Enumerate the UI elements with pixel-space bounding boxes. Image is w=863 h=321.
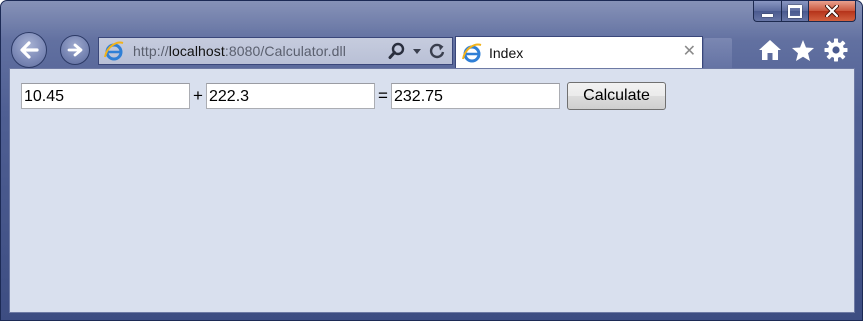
- tab-index[interactable]: Index ✕: [455, 36, 703, 68]
- favorites-button[interactable]: [791, 38, 815, 62]
- equals-sign: =: [378, 86, 388, 105]
- operand1-input[interactable]: [21, 83, 190, 109]
- forward-button[interactable]: [60, 35, 90, 65]
- url-path: :8080/Calculator.dll: [224, 43, 346, 59]
- home-icon: [759, 40, 781, 60]
- ie-page-icon: [101, 38, 127, 64]
- address-bar[interactable]: http://localhost:8080/Calculator.dll: [98, 37, 453, 65]
- arrow-left-icon: [20, 41, 39, 59]
- search-icon[interactable]: [388, 42, 406, 60]
- url-host: localhost: [168, 43, 225, 59]
- maximize-button[interactable]: [781, 1, 808, 22]
- browser-window: http://localhost:8080/Calculator.dll Ind…: [0, 0, 863, 321]
- home-button[interactable]: [758, 38, 782, 62]
- star-icon: [792, 39, 814, 61]
- page-content: + = Calculate: [9, 68, 855, 313]
- chevron-down-icon[interactable]: [412, 46, 422, 56]
- back-button[interactable]: [11, 32, 47, 68]
- operand2-input[interactable]: [206, 83, 375, 109]
- url-scheme: http://: [133, 43, 169, 59]
- tab-title: Index: [489, 44, 524, 61]
- close-icon: [825, 5, 839, 17]
- minimize-button[interactable]: [753, 1, 781, 22]
- tab-close-icon[interactable]: ✕: [683, 44, 696, 60]
- refresh-icon[interactable]: [428, 42, 446, 60]
- plus-operator: +: [193, 86, 203, 105]
- gear-icon: [824, 38, 848, 62]
- address-url[interactable]: http://localhost:8080/Calculator.dll: [133, 43, 346, 59]
- close-window-button[interactable]: [808, 1, 856, 22]
- address-tools: [388, 38, 446, 64]
- browser-toolbar: [758, 38, 848, 62]
- tools-button[interactable]: [824, 38, 848, 62]
- new-tab-button[interactable]: [704, 38, 732, 68]
- window-caption-buttons: [753, 1, 856, 22]
- calculator-form: + = Calculate: [21, 82, 666, 110]
- minimize-icon: [762, 13, 773, 17]
- ie-tab-icon: [461, 42, 483, 64]
- arrow-right-icon: [67, 43, 83, 57]
- result-input[interactable]: [391, 83, 560, 109]
- maximize-icon: [788, 4, 802, 18]
- calculate-button[interactable]: Calculate: [567, 82, 666, 110]
